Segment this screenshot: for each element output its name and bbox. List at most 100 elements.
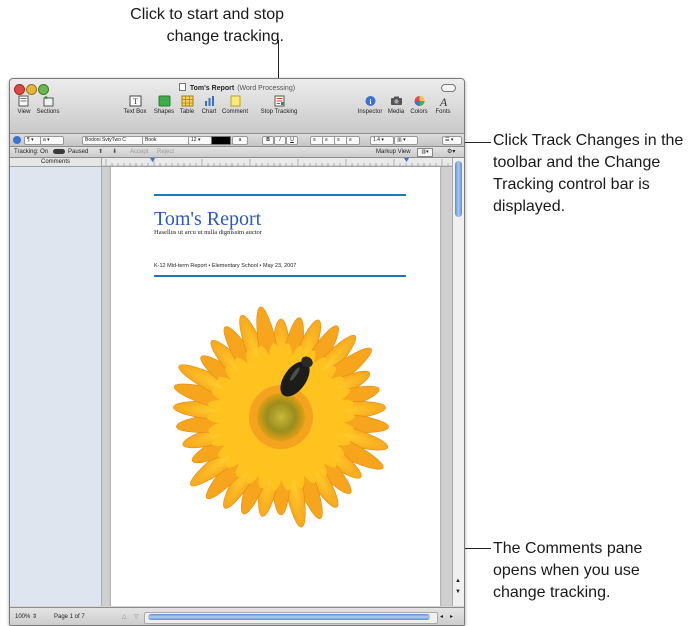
text-color-swatch[interactable]	[211, 136, 231, 145]
meta-bottom-rule	[154, 275, 406, 277]
document-subtitle[interactable]: Hasellus ut arcu ut nulla dignissim auct…	[154, 229, 262, 236]
next-change-button[interactable]: ⬇	[112, 147, 117, 157]
vertical-scrollbar[interactable]: ▲ ▼	[452, 158, 464, 606]
character-style-value: a	[43, 137, 46, 143]
tracking-status-label: Tracking: On	[14, 149, 49, 155]
callout-right-text: Click Track Changes in the toolbar and t…	[493, 132, 684, 215]
page-indicator: Page 1 of 7	[54, 614, 85, 620]
character-style-select[interactable]: a ▾	[40, 136, 64, 145]
comments-pane-header: Comments	[10, 158, 102, 166]
reject-button[interactable]: Reject	[157, 147, 174, 157]
bold-label: B	[266, 137, 270, 143]
table-icon	[181, 95, 193, 107]
chart-icon	[204, 96, 214, 106]
line-spacing-select[interactable]: 1.4 ▾	[370, 136, 394, 145]
color-wheel-icon	[414, 96, 424, 106]
title-top-rule	[154, 194, 406, 196]
styles-drawer-button[interactable]	[13, 136, 21, 144]
font-family-value: Bodoni SvtyTwo C	[85, 137, 126, 143]
font-face-select[interactable]: Book	[142, 136, 190, 145]
colors-label: Colors	[410, 109, 428, 115]
svg-text:A: A	[438, 95, 447, 107]
columns-select[interactable]: ▥ ▾	[394, 136, 418, 145]
tracking-toggle-switch[interactable]	[53, 149, 65, 154]
scroll-down-arrow[interactable]: ▼	[455, 589, 461, 595]
thumbnail-up-button[interactable]: △	[122, 608, 127, 625]
list-style-select[interactable]: ☰ ▾	[442, 136, 462, 145]
colors-button[interactable]: Colors	[408, 95, 430, 115]
underline-button[interactable]: U	[286, 136, 298, 145]
zoom-value: 100%	[15, 614, 31, 620]
info-icon: i	[365, 96, 375, 106]
accept-button[interactable]: Accept	[130, 147, 148, 157]
fonts-button[interactable]: A Fonts	[432, 95, 454, 115]
comment-button[interactable]: Comment	[221, 95, 249, 115]
stop-tracking-button[interactable]: Stop Tracking	[256, 95, 302, 115]
bold-button[interactable]: B	[262, 136, 274, 145]
pages-window: Tom's Report (Word Processing) View Secti…	[9, 78, 465, 626]
horizontal-scroll-thumb[interactable]	[148, 614, 430, 620]
text-box-button[interactable]: T Text Box	[122, 95, 148, 115]
scroll-right-arrow[interactable]: ▸	[450, 608, 453, 625]
chart-label: Chart	[201, 109, 217, 115]
highlight-color-button[interactable]: a	[232, 136, 248, 145]
text-box-icon: T	[129, 95, 141, 107]
font-size-select[interactable]: 12 ▾	[188, 136, 212, 145]
view-label: View	[17, 109, 31, 115]
scroll-left-arrow[interactable]: ◂	[440, 608, 443, 625]
paused-label: Paused	[68, 149, 89, 155]
italic-button[interactable]: I	[274, 136, 286, 145]
document-canvas[interactable]: Tom's Report Hasellus ut arcu ut nulla d…	[102, 167, 452, 606]
shapes-icon	[158, 95, 170, 107]
underline-label: U	[290, 137, 294, 143]
previous-change-button[interactable]: ⬆	[98, 147, 103, 157]
change-tracking-bar: Tracking: On Paused ⬆ ⬇ Accept Reject Ma…	[10, 147, 464, 158]
document-page[interactable]: Tom's Report Hasellus ut arcu ut nulla d…	[111, 167, 440, 606]
view-button[interactable]: View	[13, 95, 35, 115]
comments-header-label: Comments	[40, 159, 70, 165]
scroll-up-arrow[interactable]: ▲	[455, 578, 461, 584]
text-box-label: Text Box	[123, 109, 147, 115]
toolbar-toggle-button[interactable]	[441, 84, 456, 92]
table-button[interactable]: Table	[177, 95, 197, 115]
highlight-color-letter: a	[238, 137, 242, 143]
thumbnail-down-button[interactable]: ▽	[134, 608, 139, 625]
tracking-gear-icon[interactable]: ⚙▾	[447, 147, 455, 157]
callout-bottom: The Comments pane opens when you use cha…	[493, 538, 683, 604]
stop-tracking-label: Stop Tracking	[260, 109, 298, 115]
shapes-button[interactable]: Shapes	[152, 95, 176, 115]
document-title[interactable]: Tom's Report	[154, 208, 261, 231]
font-family-select[interactable]: Bodoni SvtyTwo C	[82, 136, 144, 145]
sections-button[interactable]: Sections	[36, 95, 60, 115]
ruler-ticks	[102, 158, 452, 166]
markup-view-menu-button[interactable]: ▥▾	[417, 148, 433, 157]
shapes-label: Shapes	[153, 109, 175, 115]
table-label: Table	[179, 109, 195, 115]
fonts-icon: A	[438, 95, 447, 107]
document-meta-line[interactable]: K-12 Mid-term Report • Elementary School…	[154, 263, 296, 269]
markup-view-label: Markup View	[376, 149, 411, 155]
chart-button[interactable]: Chart	[199, 95, 219, 115]
inspector-button[interactable]: i Inspector	[356, 95, 384, 115]
status-bar: 100% ⇕ Page 1 of 7 △ ▽ ◂ ▸	[10, 607, 464, 625]
italic-label: I	[279, 137, 281, 143]
flower-photo[interactable]	[161, 297, 401, 537]
justify-button[interactable]: ≡	[346, 136, 360, 145]
comments-pane[interactable]	[10, 167, 102, 606]
view-icon	[18, 95, 28, 107]
media-icon	[390, 96, 402, 105]
track-changes-icon	[274, 95, 284, 107]
fonts-label: Fonts	[435, 109, 451, 115]
media-button[interactable]: Media	[386, 95, 406, 115]
zoom-select[interactable]: 100% ⇕	[15, 608, 37, 625]
comment-icon	[230, 95, 240, 107]
media-label: Media	[387, 109, 405, 115]
callout-top: Click to start and stop change tracking.	[88, 4, 284, 48]
window-title-text: Tom's Report	[189, 85, 235, 92]
callout-bottom-text: The Comments pane opens when you use cha…	[493, 540, 643, 601]
sections-label: Sections	[36, 109, 60, 115]
vertical-scroll-thumb[interactable]	[455, 161, 462, 217]
document-icon	[178, 83, 186, 91]
window-title: Tom's Report (Word Processing)	[10, 83, 464, 92]
comment-label: Comment	[221, 109, 248, 115]
